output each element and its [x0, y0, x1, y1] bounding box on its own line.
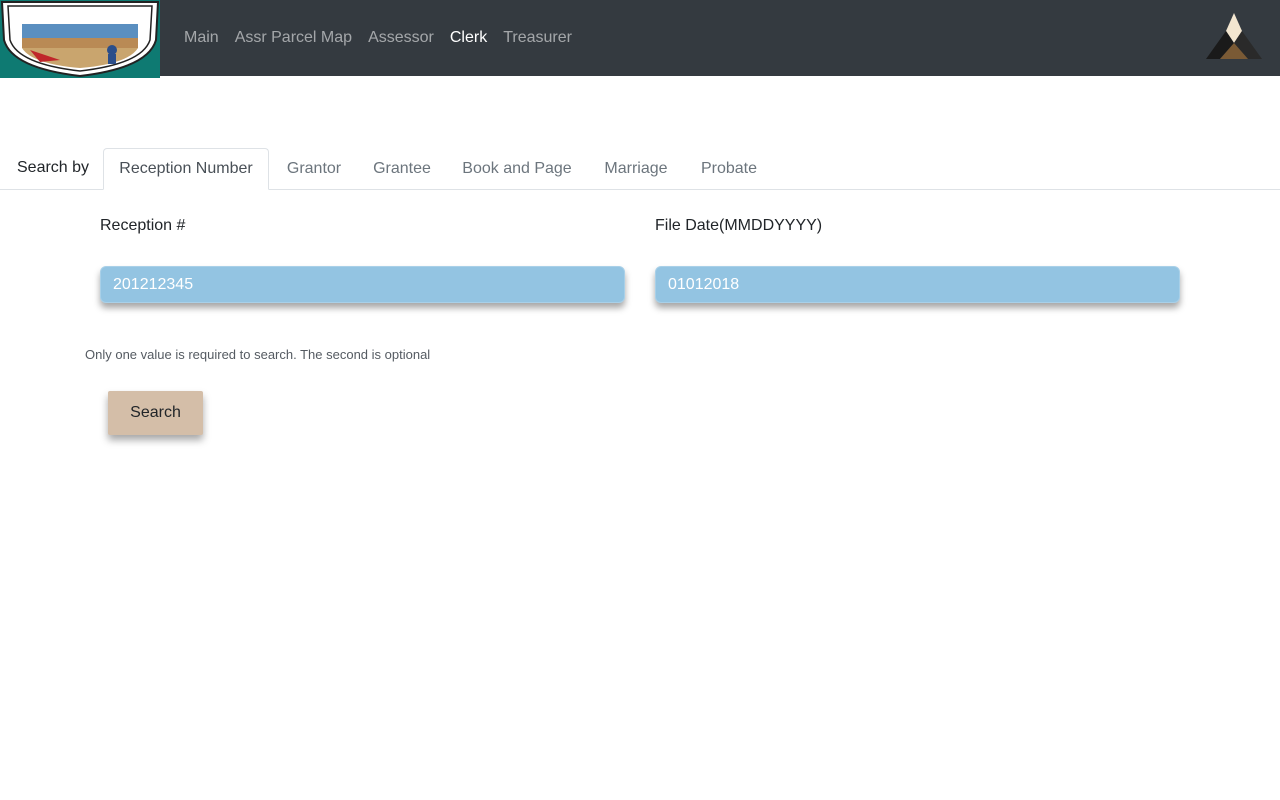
file-date-input[interactable] — [655, 266, 1180, 303]
nav-assr-parcel-map[interactable]: Assr Parcel Map — [227, 26, 360, 50]
top-navbar: Main Assr Parcel Map Assessor Clerk Trea… — [0, 0, 1280, 78]
county-seal-logo[interactable] — [0, 0, 160, 78]
reception-number-input[interactable] — [100, 266, 625, 303]
search-hint-text: Only one value is required to search. Th… — [85, 347, 431, 362]
triangle-logo-icon[interactable] — [1206, 13, 1262, 66]
tab-reception-number[interactable]: Reception Number — [103, 148, 269, 190]
tab-book-and-page[interactable]: Book and Page — [452, 148, 582, 190]
nav-treasurer[interactable]: Treasurer — [495, 26, 580, 50]
main-nav: Main Assr Parcel Map Assessor Clerk Trea… — [176, 0, 580, 76]
nav-main[interactable]: Main — [176, 26, 227, 50]
nav-clerk[interactable]: Clerk — [442, 26, 495, 50]
tab-probate[interactable]: Probate — [690, 148, 768, 190]
county-seal-icon — [0, 1, 160, 78]
search-tabs: Search by Reception Number Grantor Grant… — [0, 148, 1280, 190]
tab-grantee[interactable]: Grantee — [361, 148, 443, 190]
nav-assessor[interactable]: Assessor — [360, 26, 442, 50]
search-by-label: Search by — [17, 159, 90, 176]
tab-marriage[interactable]: Marriage — [592, 148, 680, 190]
reception-number-label: Reception # — [100, 217, 186, 234]
tab-grantor[interactable]: Grantor — [273, 148, 355, 190]
search-button[interactable]: Search — [108, 391, 203, 435]
file-date-label: File Date(MMDDYYYY) — [655, 217, 823, 234]
